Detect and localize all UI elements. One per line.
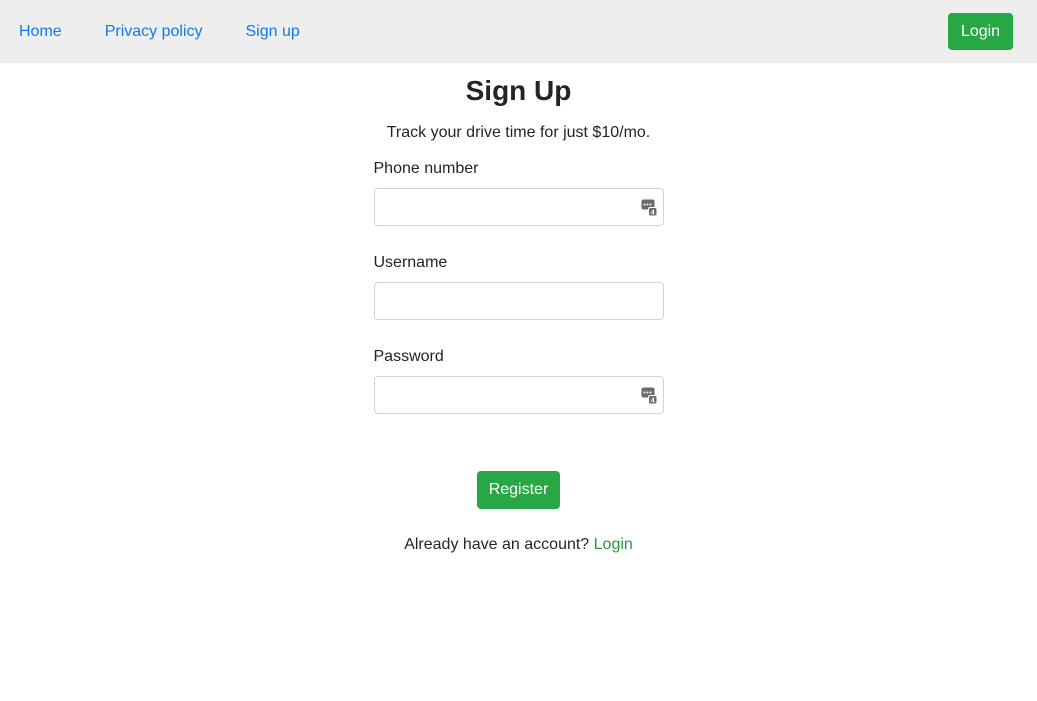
nav-link-privacy-policy[interactable]: Privacy policy [105,23,203,41]
password-field-wrap: 4 [373,376,664,414]
username-field-wrap [373,282,664,320]
signup-main: Sign Up Track your drive time for just $… [0,63,1037,555]
nav-login-button[interactable]: Login [948,13,1013,50]
phone-field-wrap: 4 [373,188,664,226]
svg-text:4: 4 [650,398,654,405]
password-label: Password [373,348,444,365]
existing-account-prompt: Already have an account? [404,536,590,553]
username-input[interactable] [373,282,664,320]
phone-input[interactable] [373,188,664,226]
password-input[interactable] [373,376,664,414]
login-link[interactable]: Login [594,536,633,553]
nav-link-home[interactable]: Home [19,23,62,41]
signup-form: Phone number 4 Username Password 4 Regis… [373,143,664,509]
password-manager-icon[interactable]: 4 [641,199,657,216]
phone-label: Phone number [373,160,479,177]
register-button[interactable]: Register [477,471,560,509]
page-subtitle: Track your drive time for just $10/mo. [386,124,651,141]
username-label: Username [373,254,448,271]
svg-text:4: 4 [650,210,654,217]
password-manager-icon[interactable]: 4 [641,387,657,404]
top-navbar: Home Privacy policy Sign up Login [0,0,1037,63]
page-title: Sign Up [465,75,572,106]
existing-account-row: Already have an account? Login [0,535,1037,555]
nav-links: Home Privacy policy Sign up [19,0,343,63]
nav-link-sign-up[interactable]: Sign up [246,23,300,41]
submit-row: Register [374,441,664,509]
